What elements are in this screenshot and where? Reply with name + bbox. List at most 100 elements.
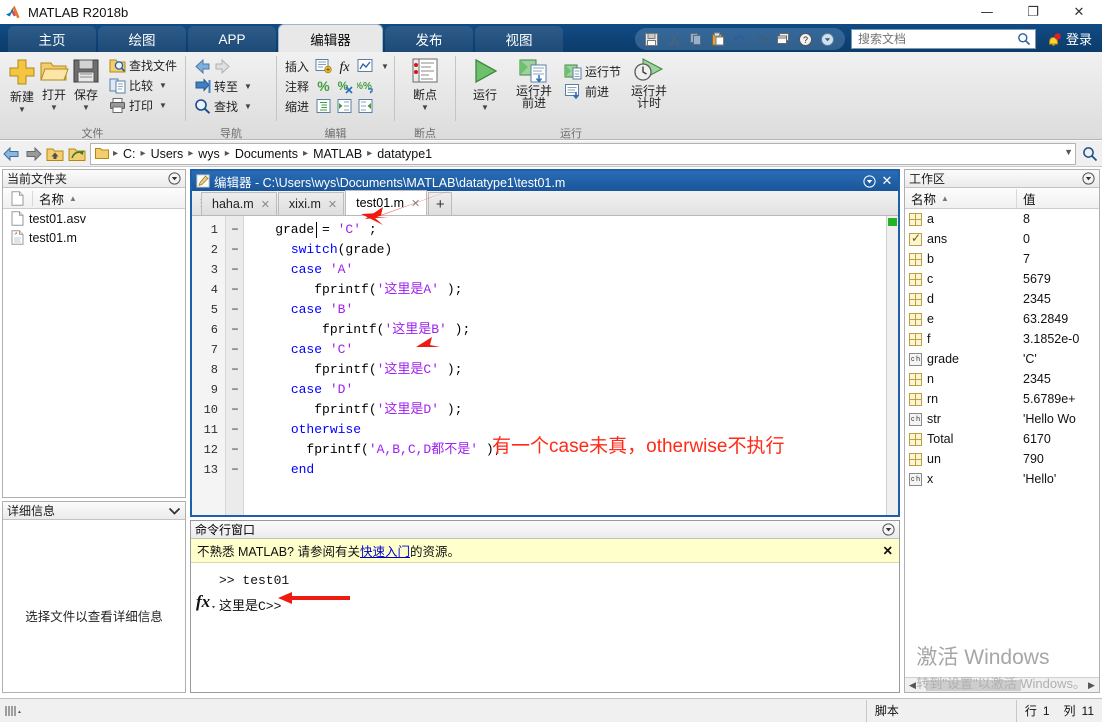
- insert-row[interactable]: 插入 fx ▼: [283, 56, 391, 76]
- variable-name-cell[interactable]: n: [905, 372, 1017, 386]
- crumb-wys[interactable]: wys: [195, 147, 223, 161]
- code-line[interactable]: switch(grade): [244, 240, 392, 260]
- crumb-c[interactable]: C:: [120, 147, 139, 161]
- table-row[interactable]: a8: [905, 209, 1099, 229]
- close-icon[interactable]: ✕: [411, 197, 420, 210]
- scroll-thumb[interactable]: [926, 679, 1021, 691]
- executable-line-marker[interactable]: −: [228, 460, 242, 480]
- table-row[interactable]: c h grade 'C': [905, 349, 1099, 369]
- executable-line-marker[interactable]: −: [228, 300, 242, 320]
- executable-line-marker[interactable]: −: [228, 360, 242, 380]
- close-icon[interactable]: ✕: [880, 173, 894, 188]
- comment-percent-icon[interactable]: %: [315, 78, 332, 94]
- chevron-down-icon[interactable]: ▼: [381, 62, 389, 71]
- code-line[interactable]: fprintf('这里是B' );: [244, 320, 470, 340]
- help-icon[interactable]: ?: [795, 29, 817, 49]
- bell-icon[interactable]: [1042, 32, 1066, 49]
- crumb-datatype1[interactable]: datatype1: [374, 147, 435, 161]
- crumb-documents[interactable]: Documents: [232, 147, 301, 161]
- close-icon[interactable]: ✕: [261, 198, 270, 211]
- panel-menu-icon[interactable]: [862, 174, 876, 188]
- table-row[interactable]: e 63.2849: [905, 309, 1099, 329]
- code-line[interactable]: fprintf('这里是D' );: [244, 400, 462, 420]
- executable-line-marker[interactable]: −: [228, 400, 242, 420]
- variable-name-cell[interactable]: e: [905, 312, 1017, 326]
- workspace-column-header[interactable]: 名称 ▲ 值: [905, 188, 1099, 209]
- panel-menu-icon[interactable]: [167, 172, 181, 186]
- sign-in-link[interactable]: 登录: [1066, 29, 1092, 48]
- table-row[interactable]: f 3.1852e-0: [905, 329, 1099, 349]
- uncomment-percent-icon[interactable]: %: [336, 78, 353, 94]
- insert-function-icon[interactable]: fx: [336, 58, 353, 74]
- table-row[interactable]: c 5679: [905, 269, 1099, 289]
- resize-grip-icon[interactable]: [0, 700, 30, 722]
- tab-view[interactable]: 视图: [475, 26, 563, 52]
- tab-editor[interactable]: 编辑器: [278, 24, 383, 52]
- scroll-track[interactable]: [920, 679, 1084, 692]
- variable-name-cell[interactable]: c: [905, 272, 1017, 286]
- editor-code-area[interactable]: 1−2−3−4−5−6−7−8−9−10−11−12−13− grade = '…: [192, 216, 898, 515]
- close-icon[interactable]: ✕: [883, 543, 893, 558]
- navigate-arrows[interactable]: [192, 56, 254, 76]
- variable-value-cell[interactable]: 2345: [1017, 292, 1099, 306]
- executable-line-marker[interactable]: −: [228, 240, 242, 260]
- code-line[interactable]: fprintf('这里是C' );: [244, 360, 462, 380]
- variable-name-cell[interactable]: ans: [905, 232, 1017, 246]
- variable-value-cell[interactable]: 'Hello': [1017, 472, 1099, 486]
- tab-publish[interactable]: 发布: [385, 26, 473, 52]
- advance-button[interactable]: 前进: [562, 81, 623, 101]
- code-line[interactable]: case 'A': [244, 260, 353, 280]
- variable-value-cell[interactable]: 3.1852e-0: [1017, 332, 1099, 346]
- table-row[interactable]: b7: [905, 249, 1099, 269]
- variable-name-cell[interactable]: d: [905, 292, 1017, 306]
- indent-left-icon[interactable]: [357, 98, 374, 114]
- variable-value-cell[interactable]: 6170: [1017, 432, 1099, 446]
- editor-tab-test01[interactable]: test01.m ✕: [345, 190, 428, 215]
- new-button[interactable]: 新建 ▼: [6, 55, 38, 114]
- wrap-comment-icon[interactable]: %%: [357, 78, 374, 94]
- panel-menu-icon[interactable]: [1081, 172, 1095, 186]
- print-button[interactable]: 打印 ▼: [107, 95, 179, 115]
- search-documentation-box[interactable]: [850, 29, 1036, 49]
- cut-icon[interactable]: [663, 29, 685, 49]
- editor-tab-haha[interactable]: haha.m ✕: [201, 192, 277, 215]
- scroll-left-icon[interactable]: ◀: [905, 678, 920, 692]
- code-line[interactable]: otherwise: [244, 420, 361, 440]
- editor-tab-xixi[interactable]: xixi.m ✕: [277, 192, 345, 215]
- code-line[interactable]: case 'D': [244, 380, 353, 400]
- indent-right-icon[interactable]: [336, 98, 353, 114]
- quick-start-link[interactable]: 快速入门: [360, 541, 410, 560]
- chevron-down-icon[interactable]: ▼: [18, 106, 26, 114]
- tab-home[interactable]: 主页: [8, 26, 96, 52]
- variable-name-cell[interactable]: chx: [905, 472, 1017, 486]
- workspace-name-column[interactable]: 名称 ▲: [905, 188, 1017, 208]
- add-tab-button[interactable]: +: [428, 192, 453, 215]
- chevron-down-icon[interactable]: ▼: [159, 81, 167, 90]
- insert-figure-icon[interactable]: [357, 58, 374, 74]
- executable-line-marker[interactable]: −: [228, 420, 242, 440]
- code-line[interactable]: fprintf('A,B,C,D都不是' );: [244, 440, 501, 460]
- command-window-output[interactable]: fx >> test01 这里是C>>: [191, 563, 899, 690]
- variable-value-cell[interactable]: 'Hello Wo: [1017, 412, 1099, 426]
- crumb-matlab[interactable]: MATLAB: [310, 147, 365, 161]
- run-button[interactable]: 运行 ▼: [462, 55, 508, 112]
- variable-value-cell[interactable]: 0: [1017, 232, 1099, 246]
- back-arrow-icon[interactable]: [0, 143, 22, 165]
- insert-section-icon[interactable]: [315, 58, 332, 74]
- copy-icon[interactable]: [685, 29, 707, 49]
- name-column-header[interactable]: 名称 ▲: [33, 189, 185, 208]
- scroll-right-icon[interactable]: ▶: [1084, 678, 1099, 692]
- run-section-button[interactable]: 运行节: [562, 61, 623, 81]
- chevron-down-icon[interactable]: ▼: [50, 104, 58, 112]
- code-line[interactable]: case 'C': [244, 340, 353, 360]
- variable-value-cell[interactable]: 790: [1017, 452, 1099, 466]
- variable-name-cell[interactable]: f: [905, 332, 1017, 346]
- editor-scrollbar[interactable]: [886, 216, 898, 515]
- code-line[interactable]: fprintf('这里是A' );: [244, 280, 462, 300]
- find-button[interactable]: 查找 ▼: [192, 96, 254, 116]
- variable-value-cell[interactable]: 2345: [1017, 372, 1099, 386]
- current-folder-column-header[interactable]: 名称 ▲: [3, 188, 185, 209]
- path-search-icon[interactable]: [1078, 143, 1102, 165]
- close-icon[interactable]: ✕: [328, 198, 337, 211]
- more-icon[interactable]: [817, 29, 839, 49]
